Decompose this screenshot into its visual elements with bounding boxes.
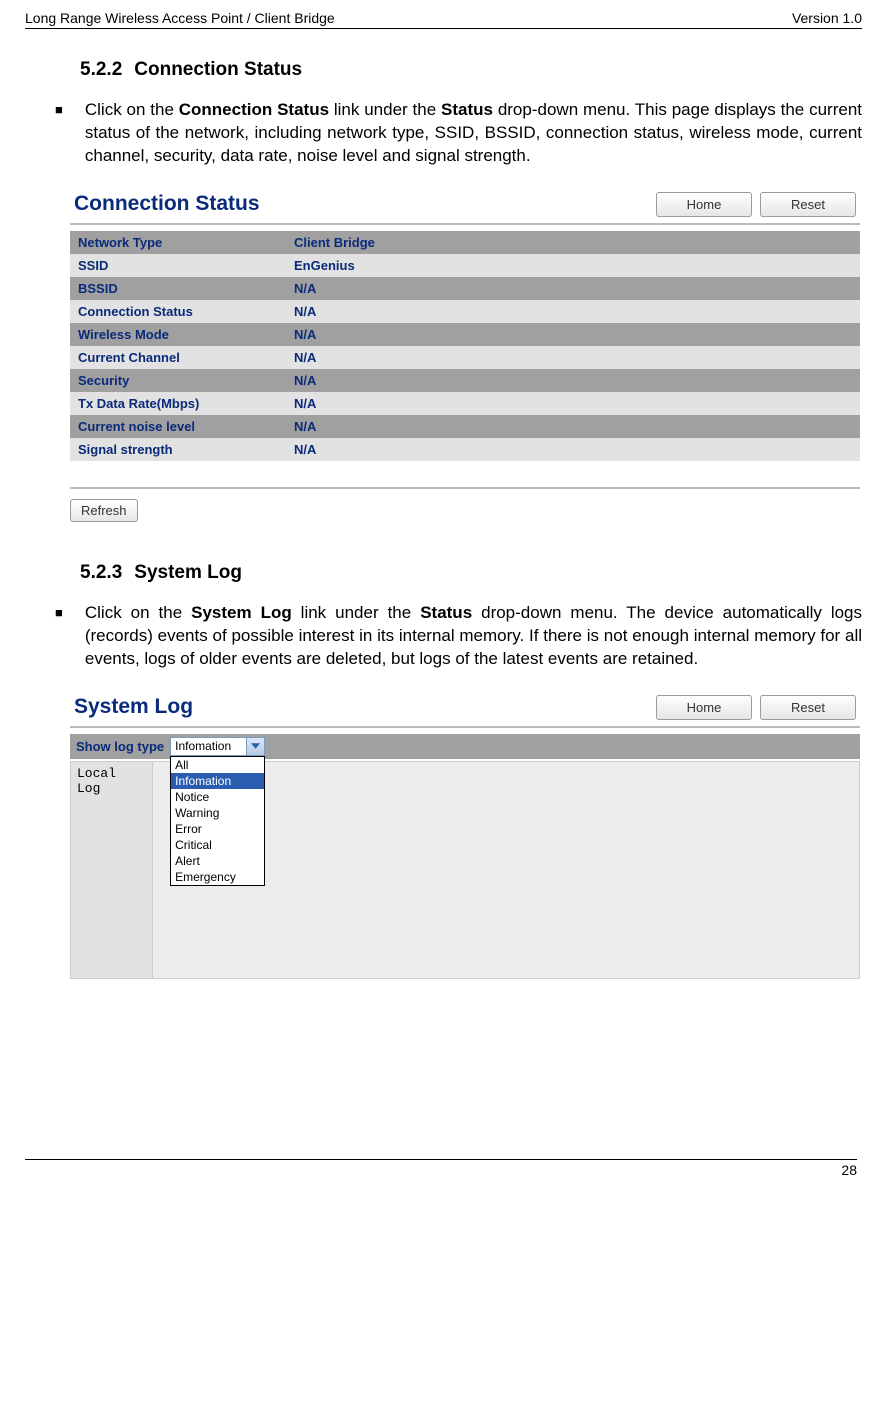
section-title: Connection Status: [134, 59, 302, 80]
table-row: Current ChannelN/A: [70, 346, 860, 369]
row-label: Current noise level: [70, 415, 286, 438]
row-label: Security: [70, 369, 286, 392]
home-button[interactable]: Home: [656, 192, 752, 217]
bullet-icon: ■: [55, 99, 63, 168]
panel-title: Connection Status: [74, 192, 260, 216]
refresh-button[interactable]: Refresh: [70, 499, 138, 522]
row-label: Tx Data Rate(Mbps): [70, 392, 286, 415]
section-heading-523: 5.2.3 System Log: [80, 562, 862, 584]
show-log-type-label: Show log type: [76, 739, 164, 754]
dropdown-selected: Infomation: [171, 738, 246, 755]
connection-status-panel: Connection Status Home Reset Network Typ…: [70, 186, 860, 522]
table-row: Tx Data Rate(Mbps)N/A: [70, 392, 860, 415]
row-value: N/A: [286, 323, 860, 346]
log-filter-bar: Show log type Infomation AllInfomationNo…: [70, 734, 860, 759]
row-label: BSSID: [70, 277, 286, 300]
divider: [70, 726, 860, 728]
chevron-down-icon[interactable]: [246, 738, 264, 755]
row-value: N/A: [286, 300, 860, 323]
section2-paragraph: Click on the System Log link under the S…: [85, 602, 862, 671]
dropdown-list[interactable]: AllInfomationNoticeWarningErrorCriticalA…: [170, 756, 265, 886]
dropdown-option[interactable]: Alert: [171, 853, 264, 869]
row-value: N/A: [286, 392, 860, 415]
section-title: System Log: [134, 562, 242, 583]
table-row: Signal strengthN/A: [70, 438, 860, 461]
table-row: Connection StatusN/A: [70, 300, 860, 323]
home-button[interactable]: Home: [656, 695, 752, 720]
section-heading-522: 5.2.2 Connection Status: [80, 59, 862, 81]
bullet-icon: ■: [55, 602, 63, 671]
section1-paragraph: Click on the Connection Status link unde…: [85, 99, 862, 168]
table-row: SecurityN/A: [70, 369, 860, 392]
row-value: Client Bridge: [286, 231, 860, 254]
dropdown-option[interactable]: Warning: [171, 805, 264, 821]
dropdown-option[interactable]: Emergency: [171, 869, 264, 885]
row-label: Wireless Mode: [70, 323, 286, 346]
dropdown-option[interactable]: Notice: [171, 789, 264, 805]
dropdown-option[interactable]: Error: [171, 821, 264, 837]
section-number: 5.2.2: [80, 59, 122, 80]
row-label: Current Channel: [70, 346, 286, 369]
reset-button[interactable]: Reset: [760, 695, 856, 720]
row-label: Signal strength: [70, 438, 286, 461]
page-number: 28: [841, 1162, 857, 1178]
divider: [70, 223, 860, 225]
doc-title-left: Long Range Wireless Access Point / Clien…: [25, 10, 335, 26]
log-type-dropdown[interactable]: Infomation AllInfomationNoticeWarningErr…: [170, 737, 265, 756]
table-row: Network TypeClient Bridge: [70, 231, 860, 254]
reset-button[interactable]: Reset: [760, 192, 856, 217]
row-label: Connection Status: [70, 300, 286, 323]
table-row: BSSIDN/A: [70, 277, 860, 300]
dropdown-option[interactable]: All: [171, 757, 264, 773]
row-value: N/A: [286, 438, 860, 461]
table-row: Wireless ModeN/A: [70, 323, 860, 346]
row-value: N/A: [286, 415, 860, 438]
row-value: N/A: [286, 369, 860, 392]
doc-version: Version 1.0: [792, 10, 862, 26]
table-row: SSIDEnGenius: [70, 254, 860, 277]
system-log-panel: System Log Home Reset Show log type Info…: [70, 689, 860, 979]
status-table: Network TypeClient BridgeSSIDEnGeniusBSS…: [70, 231, 860, 461]
dropdown-option[interactable]: Critical: [171, 837, 264, 853]
row-label: SSID: [70, 254, 286, 277]
dropdown-option[interactable]: Infomation: [171, 773, 264, 789]
row-value: N/A: [286, 346, 860, 369]
table-row: Current noise levelN/A: [70, 415, 860, 438]
section-number: 5.2.3: [80, 562, 122, 583]
row-label: Network Type: [70, 231, 286, 254]
row-value: N/A: [286, 277, 860, 300]
panel-title: System Log: [74, 695, 193, 719]
row-value: EnGenius: [286, 254, 860, 277]
log-row-label: Local Log: [70, 761, 153, 979]
